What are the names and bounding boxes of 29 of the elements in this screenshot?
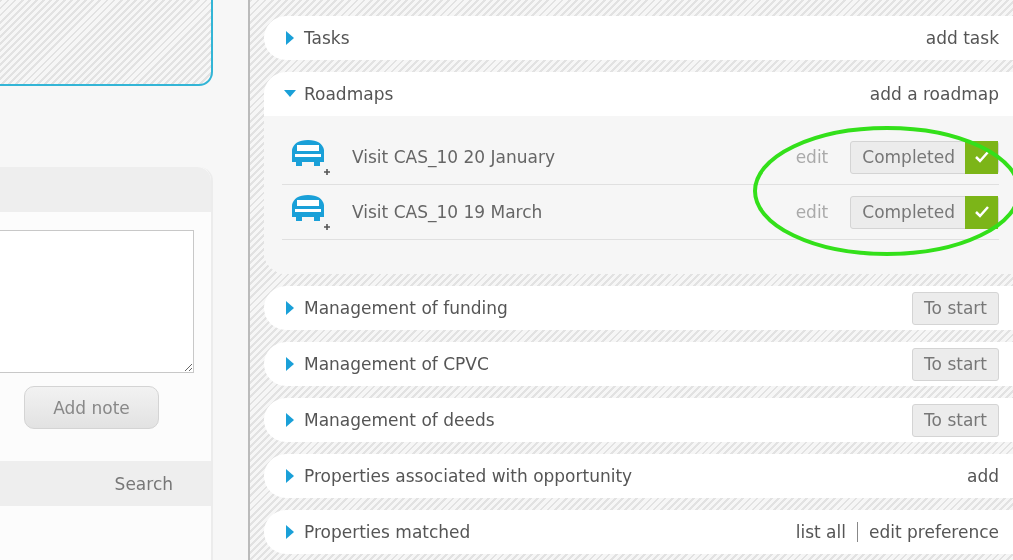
- action-link[interactable]: add: [967, 466, 999, 486]
- search-link[interactable]: Search: [114, 473, 173, 494]
- collapsed-arrow-icon[interactable]: [284, 413, 296, 427]
- section-title[interactable]: Roadmaps: [304, 84, 862, 104]
- roadmap-title[interactable]: Visit CAS_10 19 March: [352, 202, 774, 222]
- section-title[interactable]: Management of deeds: [304, 410, 905, 430]
- collapsed-arrow-icon[interactable]: [284, 525, 296, 539]
- action-link[interactable]: edit preference: [869, 522, 999, 542]
- check-icon: [973, 150, 990, 164]
- section-title[interactable]: Management of funding: [304, 298, 905, 318]
- check-icon: [973, 205, 990, 219]
- status-button[interactable]: To start: [912, 291, 999, 325]
- collapsed-arrow-icon[interactable]: [284, 31, 296, 45]
- action-link[interactable]: list all: [795, 522, 846, 542]
- status-button[interactable]: Completed: [850, 195, 999, 229]
- note-field[interactable]: [0, 230, 194, 373]
- collapsed-arrow-icon[interactable]: [284, 301, 296, 315]
- status-button[interactable]: Completed: [850, 140, 999, 174]
- roadmap-title[interactable]: Visit CAS_10 20 January: [352, 147, 774, 167]
- section-title[interactable]: Properties matched: [304, 522, 788, 542]
- section-title[interactable]: Tasks: [304, 28, 918, 48]
- section-title[interactable]: Properties associated with opportunity: [304, 466, 959, 486]
- status-button[interactable]: To start: [912, 347, 999, 381]
- section-title[interactable]: Management of CPVC: [304, 354, 905, 374]
- action-link[interactable]: add a roadmap: [869, 84, 999, 104]
- action-link[interactable]: add task: [925, 28, 999, 48]
- collapsed-arrow-icon[interactable]: [284, 469, 296, 483]
- status-button[interactable]: To start: [912, 403, 999, 437]
- collapsed-arrow-icon[interactable]: [284, 357, 296, 371]
